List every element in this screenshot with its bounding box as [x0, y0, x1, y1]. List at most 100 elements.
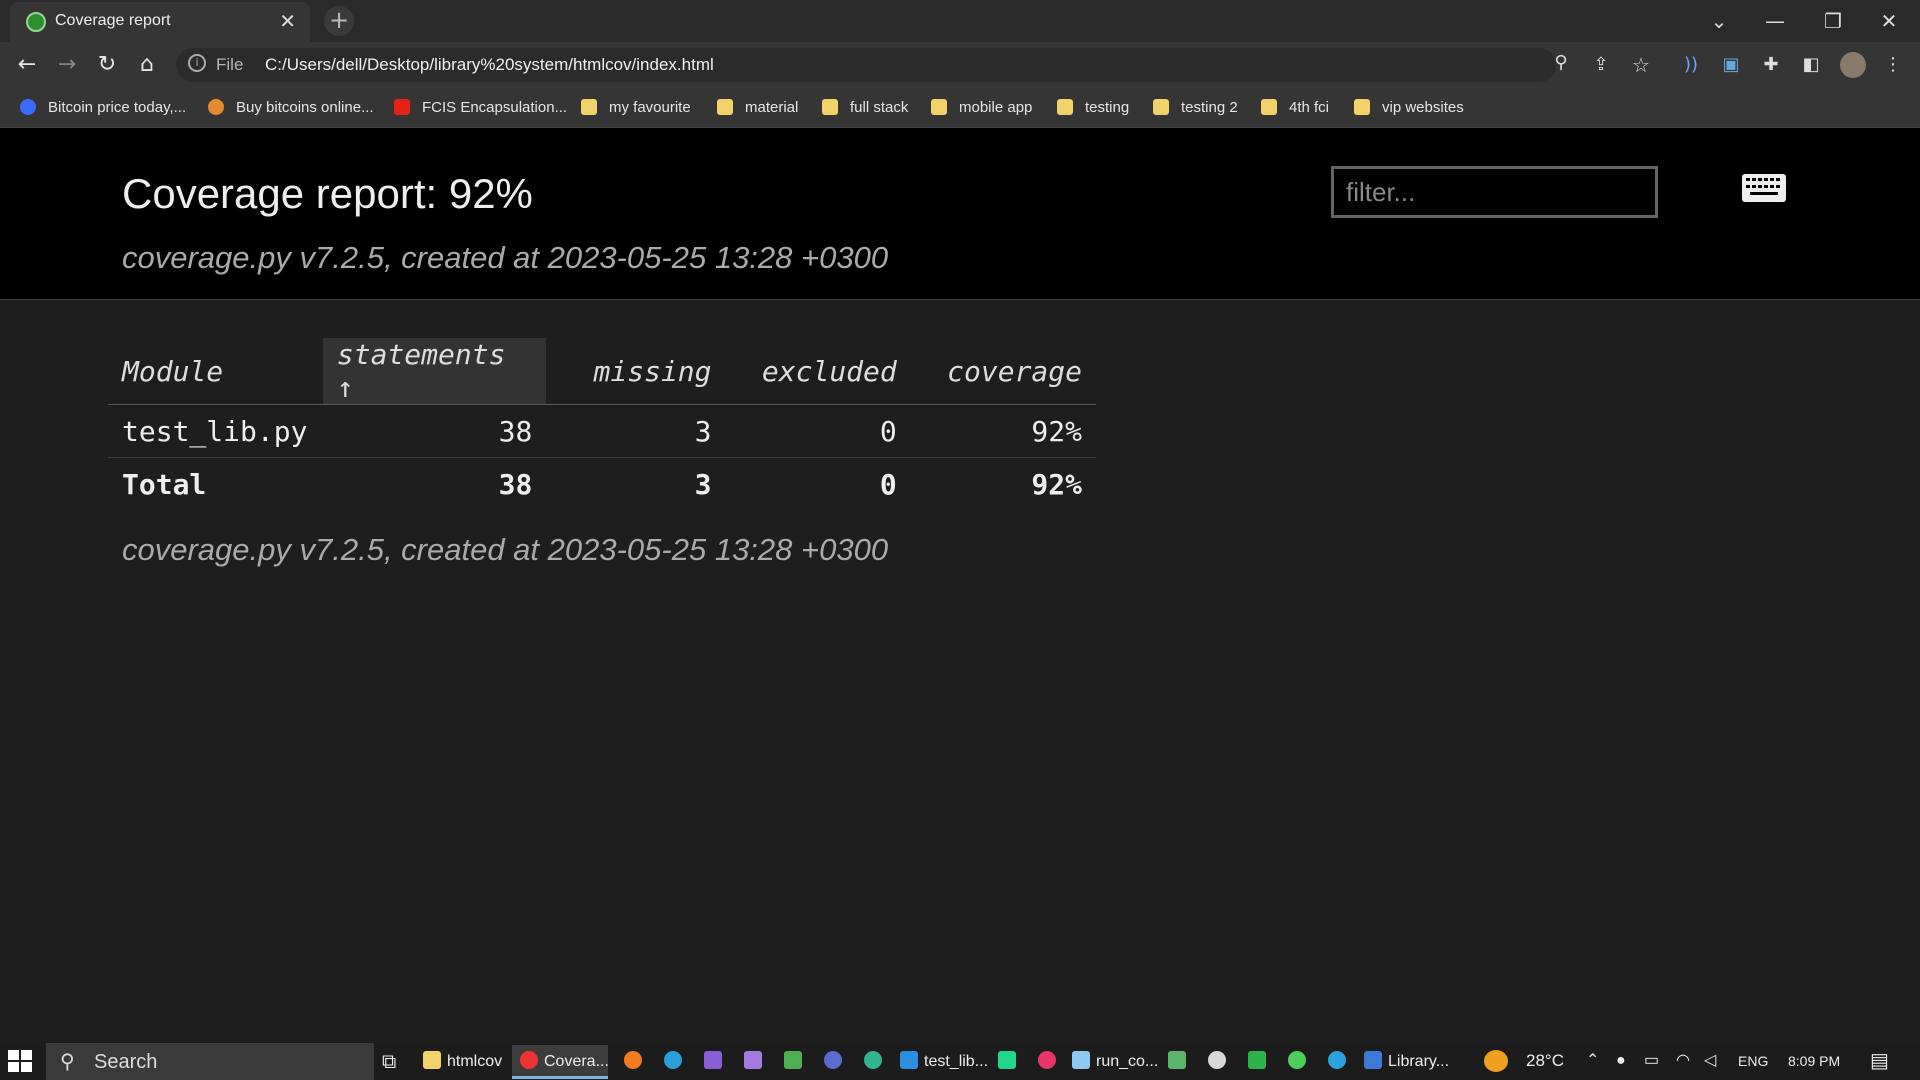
bookmark-folder[interactable]: vip websites [1354, 96, 1464, 120]
microphone-icon[interactable]: ● [1616, 1050, 1626, 1072]
app-icon[interactable] [1200, 1045, 1232, 1079]
total-missing: 3 [694, 467, 712, 501]
report-header: Coverage report: 92% coverage.py v7.2.5,… [0, 128, 1920, 300]
extensions-puzzle-icon[interactable]: ✚ [1758, 52, 1784, 78]
side-panel-icon[interactable]: ◧ [1798, 52, 1824, 78]
extension-icon[interactable]: ▣ [1718, 52, 1744, 78]
telegram-icon[interactable] [1320, 1045, 1352, 1079]
chrome-icon [520, 1051, 538, 1069]
firefox-icon[interactable] [616, 1045, 648, 1079]
volume-icon[interactable]: ◁ [1704, 1050, 1716, 1072]
read-aloud-icon[interactable]: )) [1678, 52, 1704, 78]
column-coverage[interactable]: coverage [910, 338, 1096, 405]
taskbar-item-library[interactable]: Library... [1356, 1045, 1449, 1079]
browser-toolbar: ← → ↻ ⌂ i File C:/Users/dell/Desktop/lib… [0, 42, 1920, 88]
clock[interactable]: 8:09 PM [1788, 1050, 1840, 1072]
bookmark-folder[interactable]: material [717, 96, 798, 120]
weather-icon[interactable] [1484, 1050, 1508, 1072]
search-icon: ⚲ [60, 1049, 75, 1073]
taskbar-item-chrome[interactable]: Covera... [512, 1045, 609, 1079]
table-header-row: Module statements ↑ missing excluded cov… [108, 338, 1096, 405]
bookmark-item[interactable]: Buy bitcoins online... [208, 96, 374, 120]
taskbar-item-vscode[interactable]: test_lib... [892, 1045, 988, 1079]
module-link[interactable]: test_lib.py [108, 404, 323, 458]
tab-close-icon[interactable]: ✕ [279, 9, 296, 33]
language-indicator[interactable]: ENG [1738, 1050, 1768, 1072]
page-title: Coverage report: 92% [122, 170, 533, 217]
tab-search-chevron-icon[interactable]: ⌄ [1696, 6, 1742, 36]
column-excluded[interactable]: excluded [725, 338, 911, 405]
footer-created-info: coverage.py v7.2.5, created at 2023-05-2… [122, 532, 889, 567]
battery-icon[interactable]: ▭ [1644, 1050, 1659, 1072]
menu-kebab-icon[interactable]: ⋮ [1880, 52, 1906, 78]
zoom-icon[interactable]: ⚲ [1548, 50, 1574, 76]
app-icon[interactable] [1240, 1045, 1272, 1079]
visual-studio-icon[interactable] [696, 1045, 728, 1079]
bookmark-folder[interactable]: 4th fci [1261, 96, 1329, 120]
edge-icon[interactable] [656, 1045, 688, 1079]
site-info-icon[interactable]: i [188, 54, 206, 72]
search-label: Search [94, 1051, 158, 1073]
minimize-button[interactable]: — [1752, 6, 1798, 36]
bookmark-folder[interactable]: testing 2 [1153, 96, 1238, 120]
taskbar-search[interactable]: ⚲ Search [46, 1043, 374, 1080]
bookmark-star-icon[interactable]: ☆ [1628, 52, 1654, 78]
bookmark-folder[interactable]: testing [1057, 96, 1129, 120]
total-excluded: 0 [879, 467, 897, 501]
filter-input[interactable] [1331, 166, 1658, 218]
tab-coverage-report[interactable]: Coverage report ✕ [10, 2, 310, 42]
missing-value: 3 [546, 404, 726, 458]
restore-button[interactable]: ❐ [1810, 6, 1856, 36]
whatsapp-icon[interactable] [1280, 1045, 1312, 1079]
bookmark-item[interactable]: FCIS Encapsulation... [394, 96, 567, 120]
chevron-up-icon[interactable]: ⌃ [1586, 1050, 1599, 1072]
app-icon[interactable] [1160, 1045, 1192, 1079]
column-statements[interactable]: statements ↑ [322, 338, 547, 405]
forward-button[interactable]: → [52, 50, 82, 80]
pycharm-icon[interactable] [990, 1045, 1022, 1079]
weather-temp[interactable]: 28°C [1526, 1050, 1564, 1072]
folder-icon [1153, 99, 1169, 115]
statements-value: 38 [322, 404, 547, 458]
folder-icon [717, 99, 733, 115]
vscode-icon [900, 1051, 918, 1069]
share-icon[interactable]: ⇪ [1588, 52, 1614, 78]
taskbar-item-htmlcov[interactable]: htmlcov [415, 1045, 509, 1079]
visual-studio-preview-icon[interactable] [736, 1045, 768, 1079]
new-tab-button[interactable]: + [324, 6, 354, 36]
close-window-button[interactable]: ✕ [1866, 6, 1912, 36]
column-module[interactable]: Module [108, 338, 323, 405]
bookmarks-bar: Bitcoin price today,... Buy bitcoins onl… [0, 88, 1920, 128]
app-icon[interactable] [816, 1045, 848, 1079]
home-button[interactable]: ⌂ [132, 50, 162, 80]
column-missing[interactable]: missing [546, 338, 726, 405]
total-statements: 38 [498, 467, 533, 501]
bookmark-folder[interactable]: full stack [822, 96, 908, 120]
app-icon[interactable] [856, 1045, 888, 1079]
back-button[interactable]: ← [12, 50, 42, 80]
taskbar-item-notepad[interactable]: run_co... [1064, 1045, 1158, 1079]
url-scheme: File [216, 55, 244, 74]
table-row: test_lib.py 38 3 0 92% [108, 404, 1096, 458]
bookmark-folder[interactable]: my favourite [581, 96, 691, 120]
coverage-table: Module statements ↑ missing excluded cov… [108, 338, 1096, 511]
folder-icon [1057, 99, 1073, 115]
bookmark-folder[interactable]: mobile app [931, 96, 1032, 120]
start-button[interactable] [8, 1050, 34, 1072]
folder-icon [1261, 99, 1277, 115]
task-view-icon[interactable]: ⧉ [382, 1045, 408, 1079]
reload-button[interactable]: ↻ [92, 50, 122, 80]
address-bar[interactable]: i File C:/Users/dell/Desktop/library%20s… [176, 48, 1556, 82]
url-text[interactable]: C:/Users/dell/Desktop/library%20system/h… [265, 55, 714, 75]
folder-icon [931, 99, 947, 115]
tab-strip: Coverage report ✕ + ⌄ — ❐ ✕ [0, 0, 1920, 42]
notifications-icon[interactable]: ▤ [1870, 1050, 1889, 1072]
keyboard-shortcuts-icon[interactable] [1742, 174, 1786, 202]
app-icon [1364, 1051, 1382, 1069]
bookmark-item[interactable]: Bitcoin price today,... [20, 96, 186, 120]
wifi-icon[interactable]: ◠ [1676, 1050, 1690, 1072]
store-icon[interactable] [776, 1045, 808, 1079]
tab-title: Coverage report [55, 12, 171, 29]
app-icon[interactable] [1030, 1045, 1062, 1079]
profile-avatar[interactable] [1840, 52, 1866, 78]
